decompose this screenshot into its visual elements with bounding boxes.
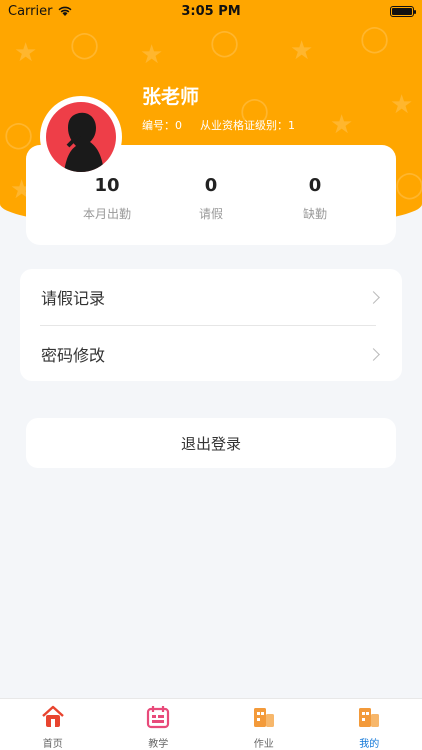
stat-label: 请假: [198, 207, 223, 221]
stat-value: 0: [204, 175, 218, 196]
calendar-icon: [147, 706, 170, 729]
carrier-label: Carrier: [8, 3, 53, 19]
decor-bulb-icon: ◯: [395, 170, 422, 200]
chevron-right-icon: [367, 347, 380, 361]
decor-star-icon: ★: [14, 38, 38, 68]
tab-label: 我的: [359, 739, 380, 750]
stat-label: 缺勤: [302, 207, 327, 221]
status-bar: Carrier 3:05 PM: [0, 0, 422, 22]
wifi-icon: [58, 6, 72, 16]
decor-bulb-icon: ◯: [4, 120, 34, 150]
stat-value: 10: [94, 175, 120, 196]
menu-item-leave-records[interactable]: 请假记录: [20, 269, 402, 325]
tab-label: 作业: [253, 739, 274, 750]
tab-bar: 首页 教学 作业 我的: [0, 698, 422, 750]
decor-bulb-icon: ◯: [210, 28, 240, 58]
menu-item-label: 密码修改: [41, 346, 106, 365]
logout-button[interactable]: 退出登录: [26, 418, 396, 468]
stat-monthly-attendance: 10 本月出勤: [62, 175, 152, 222]
stat-value: 0: [308, 175, 322, 196]
user-meta: 编号：0 从业资格证级别：1: [142, 117, 295, 133]
tab-label: 首页: [42, 739, 63, 750]
avatar-image: [46, 102, 116, 172]
building-icon: [253, 708, 274, 727]
home-icon: [41, 705, 64, 727]
tab-teaching[interactable]: 教学: [106, 699, 212, 750]
building-icon: [359, 708, 380, 727]
stat-absence: 0 缺勤: [270, 175, 360, 222]
user-level: 从业资格证级别：1: [200, 119, 295, 132]
decor-star-icon: ★: [140, 40, 164, 70]
stat-label: 本月出勤: [82, 207, 131, 221]
menu-item-change-password[interactable]: 密码修改: [20, 326, 402, 382]
avatar[interactable]: [40, 96, 122, 178]
decor-star-icon: ★: [390, 90, 414, 120]
battery-icon: [390, 5, 416, 17]
decor-star-icon: ★: [290, 36, 314, 66]
decor-bulb-icon: ◯: [70, 30, 100, 60]
stat-leave: 0 请假: [166, 175, 256, 222]
menu-item-label: 请假记录: [41, 289, 106, 308]
tab-home[interactable]: 首页: [0, 699, 106, 750]
decor-star-icon: ★: [330, 110, 354, 140]
settings-menu: 请假记录 密码修改: [20, 269, 402, 381]
user-name: 张老师: [142, 86, 200, 108]
tab-label: 教学: [148, 739, 169, 750]
tab-mine[interactable]: 我的: [317, 699, 422, 750]
user-id: 编号：0: [142, 119, 182, 132]
tab-homework[interactable]: 作业: [211, 699, 317, 750]
chevron-right-icon: [367, 290, 380, 304]
decor-bulb-icon: ◯: [360, 24, 390, 54]
